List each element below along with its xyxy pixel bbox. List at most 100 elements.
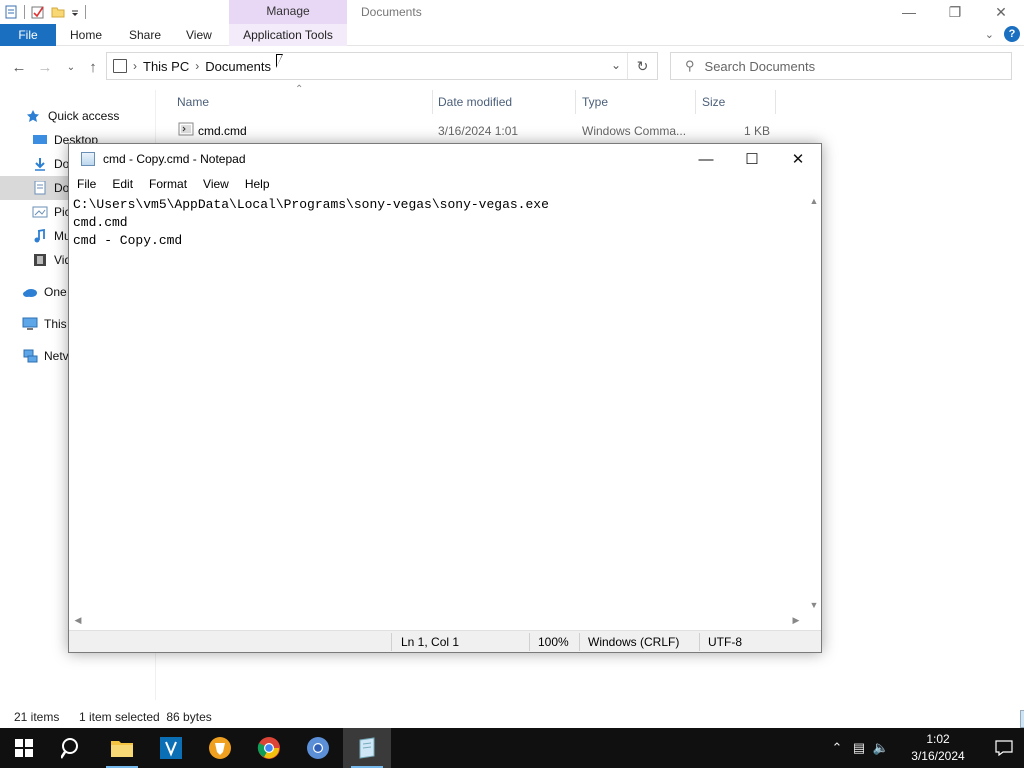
film-strip-icon [32, 253, 48, 267]
chromium-taskbar-button[interactable] [294, 728, 342, 768]
tab-file[interactable]: File [0, 24, 56, 46]
minimize-icon[interactable]: — [683, 144, 729, 174]
cursor-position: Ln 1, Col 1 [401, 635, 460, 649]
nav-quick-access[interactable]: Quick access [0, 104, 156, 128]
zoom-level: 100% [538, 635, 569, 649]
vertical-scrollbar[interactable]: ▲ ▼ [807, 194, 821, 612]
address-dropdown-icon[interactable]: ⌄ [611, 58, 621, 72]
new-folder-icon[interactable] [51, 5, 65, 19]
line-endings: Windows (CRLF) [588, 635, 680, 649]
file-date: 3/16/2024 1:01 [438, 124, 519, 138]
cmd-file-icon [178, 122, 194, 139]
large-icons-view-icon[interactable] [1020, 710, 1024, 728]
back-arrow-icon[interactable]: ← [8, 56, 30, 78]
scroll-down-icon[interactable]: ▼ [807, 598, 821, 612]
properties-icon[interactable] [4, 5, 18, 19]
menu-view[interactable]: View [195, 177, 237, 191]
notepad-text-area[interactable]: C:\Users\vm5\AppData\Local\Programs\sony… [69, 194, 807, 612]
documents-icon [32, 180, 48, 195]
nav-label: This [44, 317, 67, 331]
tab-application-tools[interactable]: Application Tools [229, 24, 347, 46]
pictures-icon [32, 205, 48, 219]
folder-icon [111, 741, 133, 757]
show-hidden-icons-chevron-icon[interactable]: ⌃ [826, 740, 848, 756]
scroll-right-icon[interactable]: ▶ [789, 612, 803, 628]
customize-toolbar-icon[interactable] [71, 5, 79, 19]
nav-label: Netv [44, 349, 69, 363]
volume-muted-icon[interactable]: 🔈 [870, 740, 892, 756]
encoding: UTF-8 [708, 635, 742, 649]
notepad-icon [359, 737, 375, 759]
vscode-taskbar-button[interactable] [147, 728, 195, 768]
recent-locations-chevron-icon[interactable]: ⌄ [60, 56, 82, 78]
breadcrumb-this-pc[interactable]: This PC [137, 59, 195, 74]
up-arrow-icon[interactable]: ↑ [82, 56, 104, 78]
column-type[interactable]: Type [582, 95, 608, 109]
column-size[interactable]: Size [702, 95, 725, 109]
menu-file[interactable]: File [69, 177, 104, 191]
network-icon[interactable]: ▤ [848, 740, 870, 756]
column-date-modified[interactable]: Date modified [438, 95, 512, 109]
search-box[interactable]: ⚲ Search Documents [670, 52, 1012, 80]
expand-ribbon-icon[interactable]: ⌄ [985, 28, 994, 41]
file-explorer-taskbar-button[interactable] [98, 728, 146, 768]
scroll-up-icon[interactable]: ▲ [807, 194, 821, 208]
forward-arrow-icon[interactable]: → [34, 56, 56, 78]
horizontal-scrollbar[interactable]: ◀ ▶ [69, 612, 807, 628]
scroll-left-icon[interactable]: ◀ [71, 612, 85, 628]
selection-info: 1 item selected 86 bytes [79, 710, 212, 724]
notepad-menu-bar: File Edit Format View Help [69, 174, 821, 194]
maximize-icon[interactable]: ☐ [729, 144, 775, 174]
refresh-icon[interactable]: ↻ [627, 53, 657, 79]
notification-icon [995, 740, 1013, 756]
brave-browser-taskbar-button[interactable] [196, 728, 244, 768]
star-icon [26, 109, 42, 123]
nav-label: Quick access [48, 109, 120, 123]
help-icon[interactable]: ? [1004, 26, 1020, 42]
notepad-titlebar[interactable]: cmd - Copy.cmd - Notepad — ☐ ✕ [69, 144, 821, 174]
notepad-status-bar: Ln 1, Col 1 100% Windows (CRLF) UTF-8 [69, 630, 821, 652]
window-title: Documents [361, 5, 422, 19]
column-divider[interactable] [775, 90, 776, 114]
minimize-icon[interactable]: — [886, 0, 932, 24]
manage-contextual-tab[interactable]: Manage [229, 0, 347, 24]
status-divider [579, 633, 580, 651]
tab-view[interactable]: View [176, 24, 222, 46]
menu-help[interactable]: Help [237, 177, 278, 191]
search-placeholder: Search Documents [704, 58, 816, 74]
search-taskbar-button[interactable] [48, 728, 96, 768]
ribbon-right-controls: ⌄ ? [985, 26, 1020, 42]
cloud-icon [22, 285, 38, 299]
menu-format[interactable]: Format [141, 177, 195, 191]
address-bar[interactable]: › This PC › Documents ⌄ ↻ [106, 52, 658, 80]
windows-logo-icon [15, 739, 33, 757]
column-divider[interactable] [575, 90, 576, 114]
close-icon[interactable]: ✕ [978, 0, 1024, 24]
clock[interactable]: 1:02 3/16/2024 [892, 731, 984, 765]
column-name[interactable]: Name [177, 95, 209, 109]
close-icon[interactable]: ✕ [775, 144, 821, 174]
file-list-header: Name ⌃ Date modified Type Size [170, 84, 780, 114]
breadcrumb-documents[interactable]: Documents [199, 59, 277, 74]
notification-center-button[interactable] [984, 728, 1024, 768]
explorer-status-bar: 21 items 1 item selected 86 bytes [0, 704, 1024, 728]
menu-edit[interactable]: Edit [104, 177, 141, 191]
checkbox-properties-icon[interactable] [31, 5, 45, 19]
tab-home[interactable]: Home [60, 24, 112, 46]
status-divider [391, 633, 392, 651]
column-divider[interactable] [695, 90, 696, 114]
music-note-icon [32, 228, 48, 243]
network-icon [22, 349, 38, 363]
column-divider[interactable] [432, 90, 433, 114]
sort-ascending-icon: ⌃ [295, 84, 304, 95]
chrome-taskbar-button[interactable] [245, 728, 293, 768]
tab-share[interactable]: Share [119, 24, 171, 46]
restore-icon[interactable]: ❐ [932, 0, 978, 24]
v-app-icon [160, 737, 182, 759]
file-row[interactable]: cmd.cmd 3/16/2024 1:01 Windows Comma... … [170, 118, 780, 142]
download-arrow-icon [32, 157, 48, 171]
start-button[interactable] [0, 728, 48, 768]
toolbar-divider [85, 5, 86, 19]
status-divider [699, 633, 700, 651]
notepad-taskbar-button[interactable] [343, 728, 391, 768]
